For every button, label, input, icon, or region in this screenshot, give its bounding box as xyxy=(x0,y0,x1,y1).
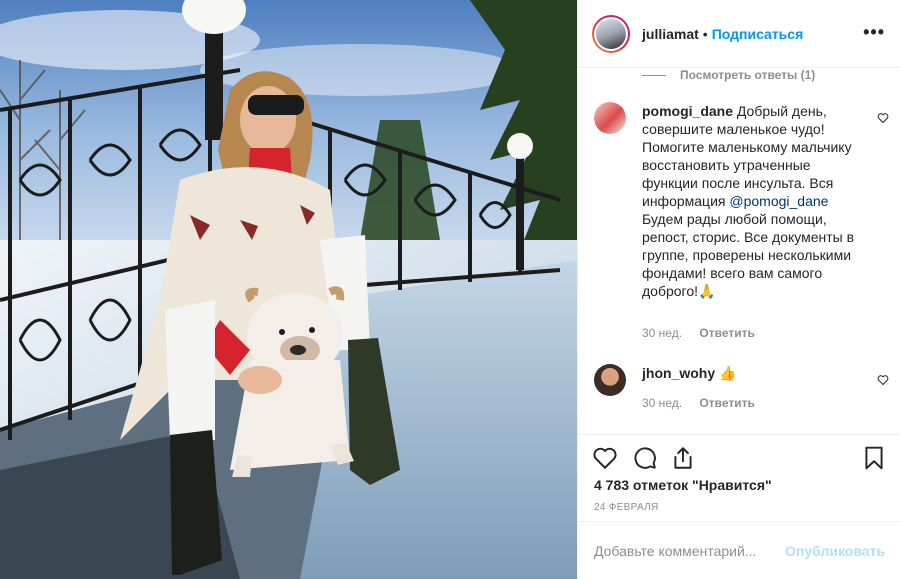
comment-icon[interactable] xyxy=(632,445,658,471)
reply-button[interactable]: Ответить xyxy=(699,326,754,340)
comment-time: 30 нед. xyxy=(642,326,683,340)
heart-icon[interactable] xyxy=(592,445,618,471)
post-date[interactable]: 24 ФЕВРАЛЯ xyxy=(594,502,659,513)
publish-button[interactable]: Опубликовать xyxy=(785,543,885,559)
comment-meta: 30 нед. Ответить xyxy=(642,396,755,410)
view-replies-label: Посмотреть ответы (1) xyxy=(680,68,816,82)
comment-item: pomogi_dane Добрый день, совершите мален… xyxy=(594,102,889,392)
comment-body-part2: Будем рады любой помощи, репост, сторис.… xyxy=(642,211,855,299)
comment-meta: 30 нед. Ответить xyxy=(642,326,755,340)
photo-illustration xyxy=(0,0,577,579)
comment-username[interactable]: jhon_wohy xyxy=(642,365,715,381)
comment-body: 👍 xyxy=(715,365,737,381)
add-comment-bar: Опубликовать xyxy=(578,521,900,579)
header-separator: • xyxy=(702,25,708,42)
comment-text: pomogi_dane Добрый день, совершите мален… xyxy=(642,102,860,300)
comment-like-heart-icon[interactable] xyxy=(877,112,889,124)
author-avatar[interactable] xyxy=(592,14,630,53)
comment-username[interactable]: pomogi_dane xyxy=(642,103,733,119)
follow-button[interactable]: Подписаться xyxy=(712,26,804,42)
likes-count[interactable]: 4 783 отметок "Нравится" xyxy=(594,477,772,493)
post-side-panel: julliamat • Подписаться ••• Посмотреть о… xyxy=(577,0,900,579)
comment-time: 30 нед. xyxy=(642,396,683,410)
comment-text: jhon_wohy 👍 xyxy=(642,364,860,382)
post-header: julliamat • Подписаться ••• xyxy=(578,0,900,68)
comment-like-heart-icon[interactable] xyxy=(877,374,889,386)
comments-list[interactable]: Посмотреть ответы (1) pomogi_dane Добрый… xyxy=(578,68,900,434)
share-icon[interactable] xyxy=(670,445,696,471)
more-horizontal-icon[interactable]: ••• xyxy=(863,22,885,43)
post-photo[interactable] xyxy=(0,0,577,579)
commenter-avatar[interactable] xyxy=(594,364,626,396)
commenter-avatar[interactable] xyxy=(594,102,626,134)
comment-item: jhon_wohy 👍 30 нед. Ответить xyxy=(594,364,889,424)
author-username[interactable]: julliamat xyxy=(642,26,699,42)
replies-divider-line xyxy=(642,74,666,76)
bookmark-icon[interactable] xyxy=(861,445,887,471)
mention-link[interactable]: @pomogi_dane xyxy=(729,193,828,209)
view-replies-button[interactable]: Посмотреть ответы (1) xyxy=(642,68,815,82)
reply-button[interactable]: Ответить xyxy=(699,396,754,410)
comment-input[interactable] xyxy=(594,542,786,559)
